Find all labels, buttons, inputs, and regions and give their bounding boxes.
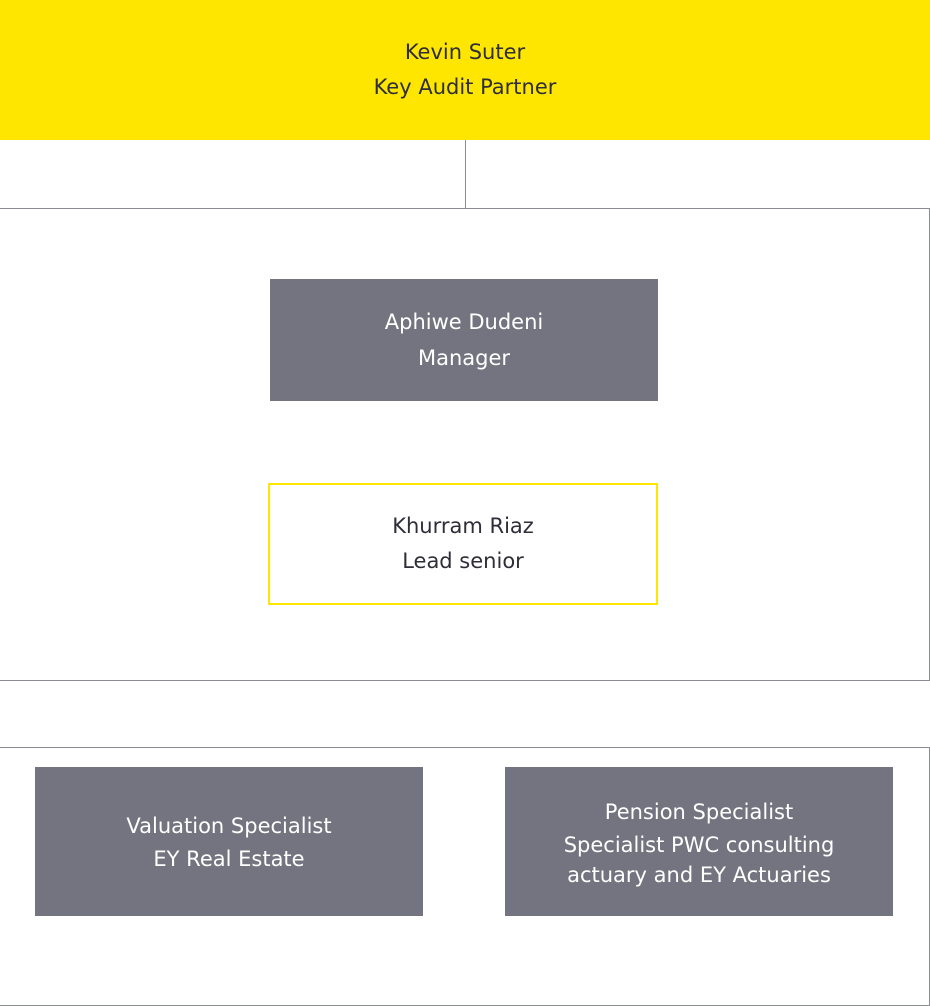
manager-node: Aphiwe Dudeni Manager (270, 279, 658, 401)
partner-connector (465, 140, 466, 208)
valuation-specialist-name: Valuation Specialist (126, 814, 332, 838)
partner-name: Kevin Suter (404, 40, 526, 64)
pension-specialist-node: Pension Specialist Specialist PWC consul… (505, 767, 893, 916)
partner-node: Kevin Suter Key Audit Partner (0, 0, 930, 140)
pension-specialist-name: Pension Specialist (604, 799, 794, 824)
lead-senior-role: Lead senior (402, 549, 524, 573)
lead-senior-name: Khurram Riaz (392, 514, 534, 538)
valuation-specialist-node: Valuation Specialist EY Real Estate (35, 767, 423, 916)
pension-specialist-detail: Specialist PWC consulting actuary and EY… (563, 832, 835, 887)
partner-role: Key Audit Partner (373, 75, 557, 99)
manager-name: Aphiwe Dudeni (384, 310, 544, 334)
lead-senior-node: Khurram Riaz Lead senior (268, 483, 658, 605)
manager-role: Manager (417, 346, 511, 370)
valuation-specialist-detail: EY Real Estate (153, 847, 305, 871)
